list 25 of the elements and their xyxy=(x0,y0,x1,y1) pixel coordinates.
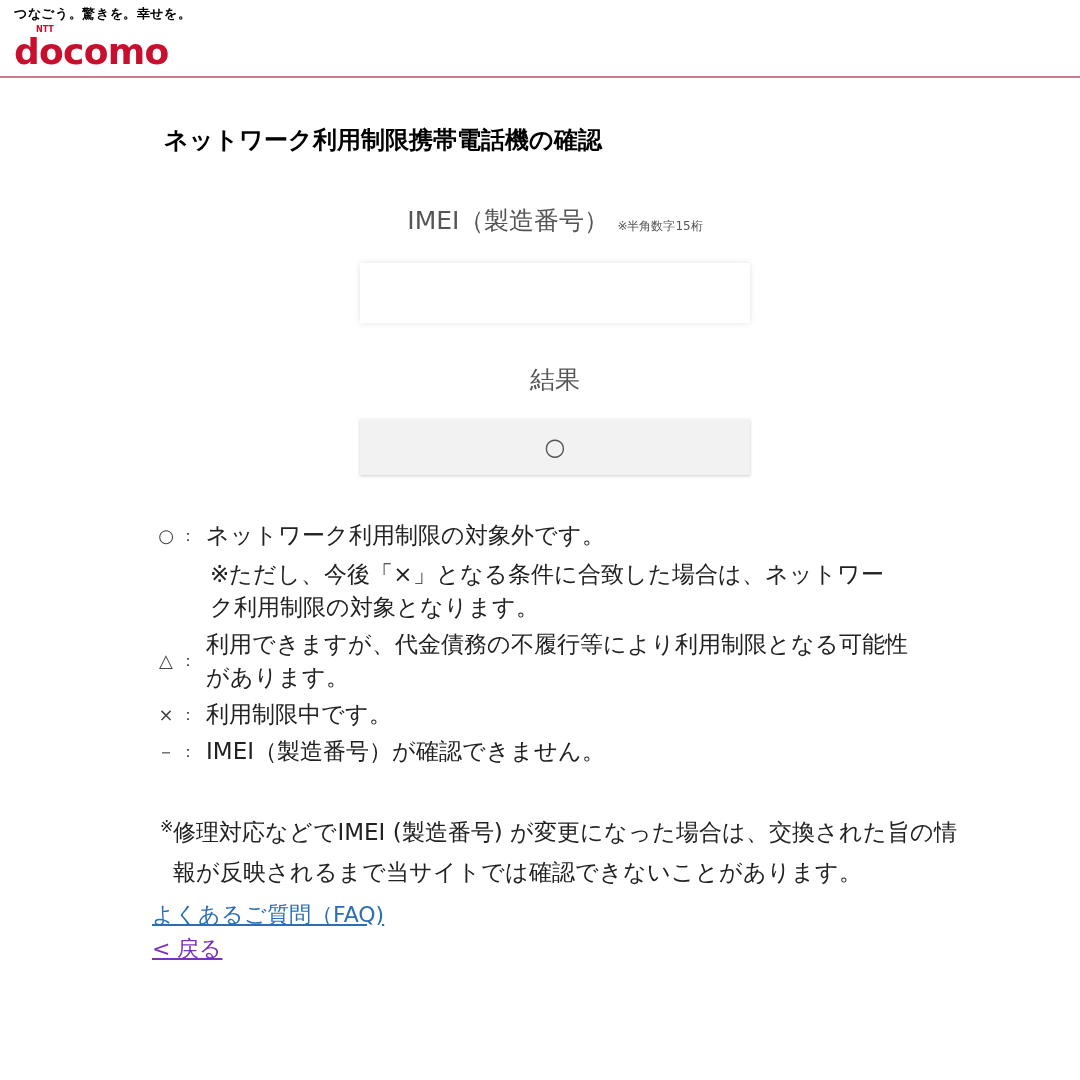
legend-symbol: － xyxy=(156,739,176,764)
legend-colon: ： xyxy=(180,703,197,726)
link[interactable]: よくあるご質問（FAQ) xyxy=(152,897,385,932)
page-title: ネットワーク利用制限携帯電話機の確認 xyxy=(164,124,604,156)
result-label: 結果 xyxy=(530,364,580,396)
legend-symbol: × xyxy=(157,702,175,727)
legend-colon: ： xyxy=(180,650,197,672)
legend-colon: ： xyxy=(180,740,197,763)
legend-colon: ： xyxy=(180,524,197,547)
legend-text: 利用制限中です。 xyxy=(206,699,393,729)
tagline: つなごう。驚きを。幸せを。 xyxy=(14,5,193,23)
link[interactable]: < 戻る xyxy=(152,931,223,966)
legend-note: ※ただし、今後「×」となる条件に合致した場合は、ネットワーク利用制限の対象となります。 xyxy=(210,559,885,622)
footnote-mark: ※ xyxy=(160,815,174,836)
logo-mark: NTT xyxy=(36,25,55,34)
legend-symbol: △ xyxy=(158,649,174,673)
legend-text: IMEI（製造番号）が確認できません。 xyxy=(206,736,606,766)
imei-label: IMEI（製造番号） xyxy=(407,204,610,237)
legend-symbol: ○ xyxy=(157,523,175,548)
footnote-text: 修理対応などでIMEI (製造番号) が変更になった場合は、交換された旨の情報が反映されるまで当サイトでは確認できないことがあります。 xyxy=(173,817,958,887)
legend-text: 利用できますが、代金債務の不履行等により利用制限となる可能性があります。 xyxy=(206,629,909,692)
legend-text: ネットワーク利用制限の対象外です。 xyxy=(206,520,606,550)
logo: docomo xyxy=(14,33,169,70)
imei-hint: ※半角数字15桁 xyxy=(617,218,703,235)
result-box: ○ xyxy=(360,418,750,475)
